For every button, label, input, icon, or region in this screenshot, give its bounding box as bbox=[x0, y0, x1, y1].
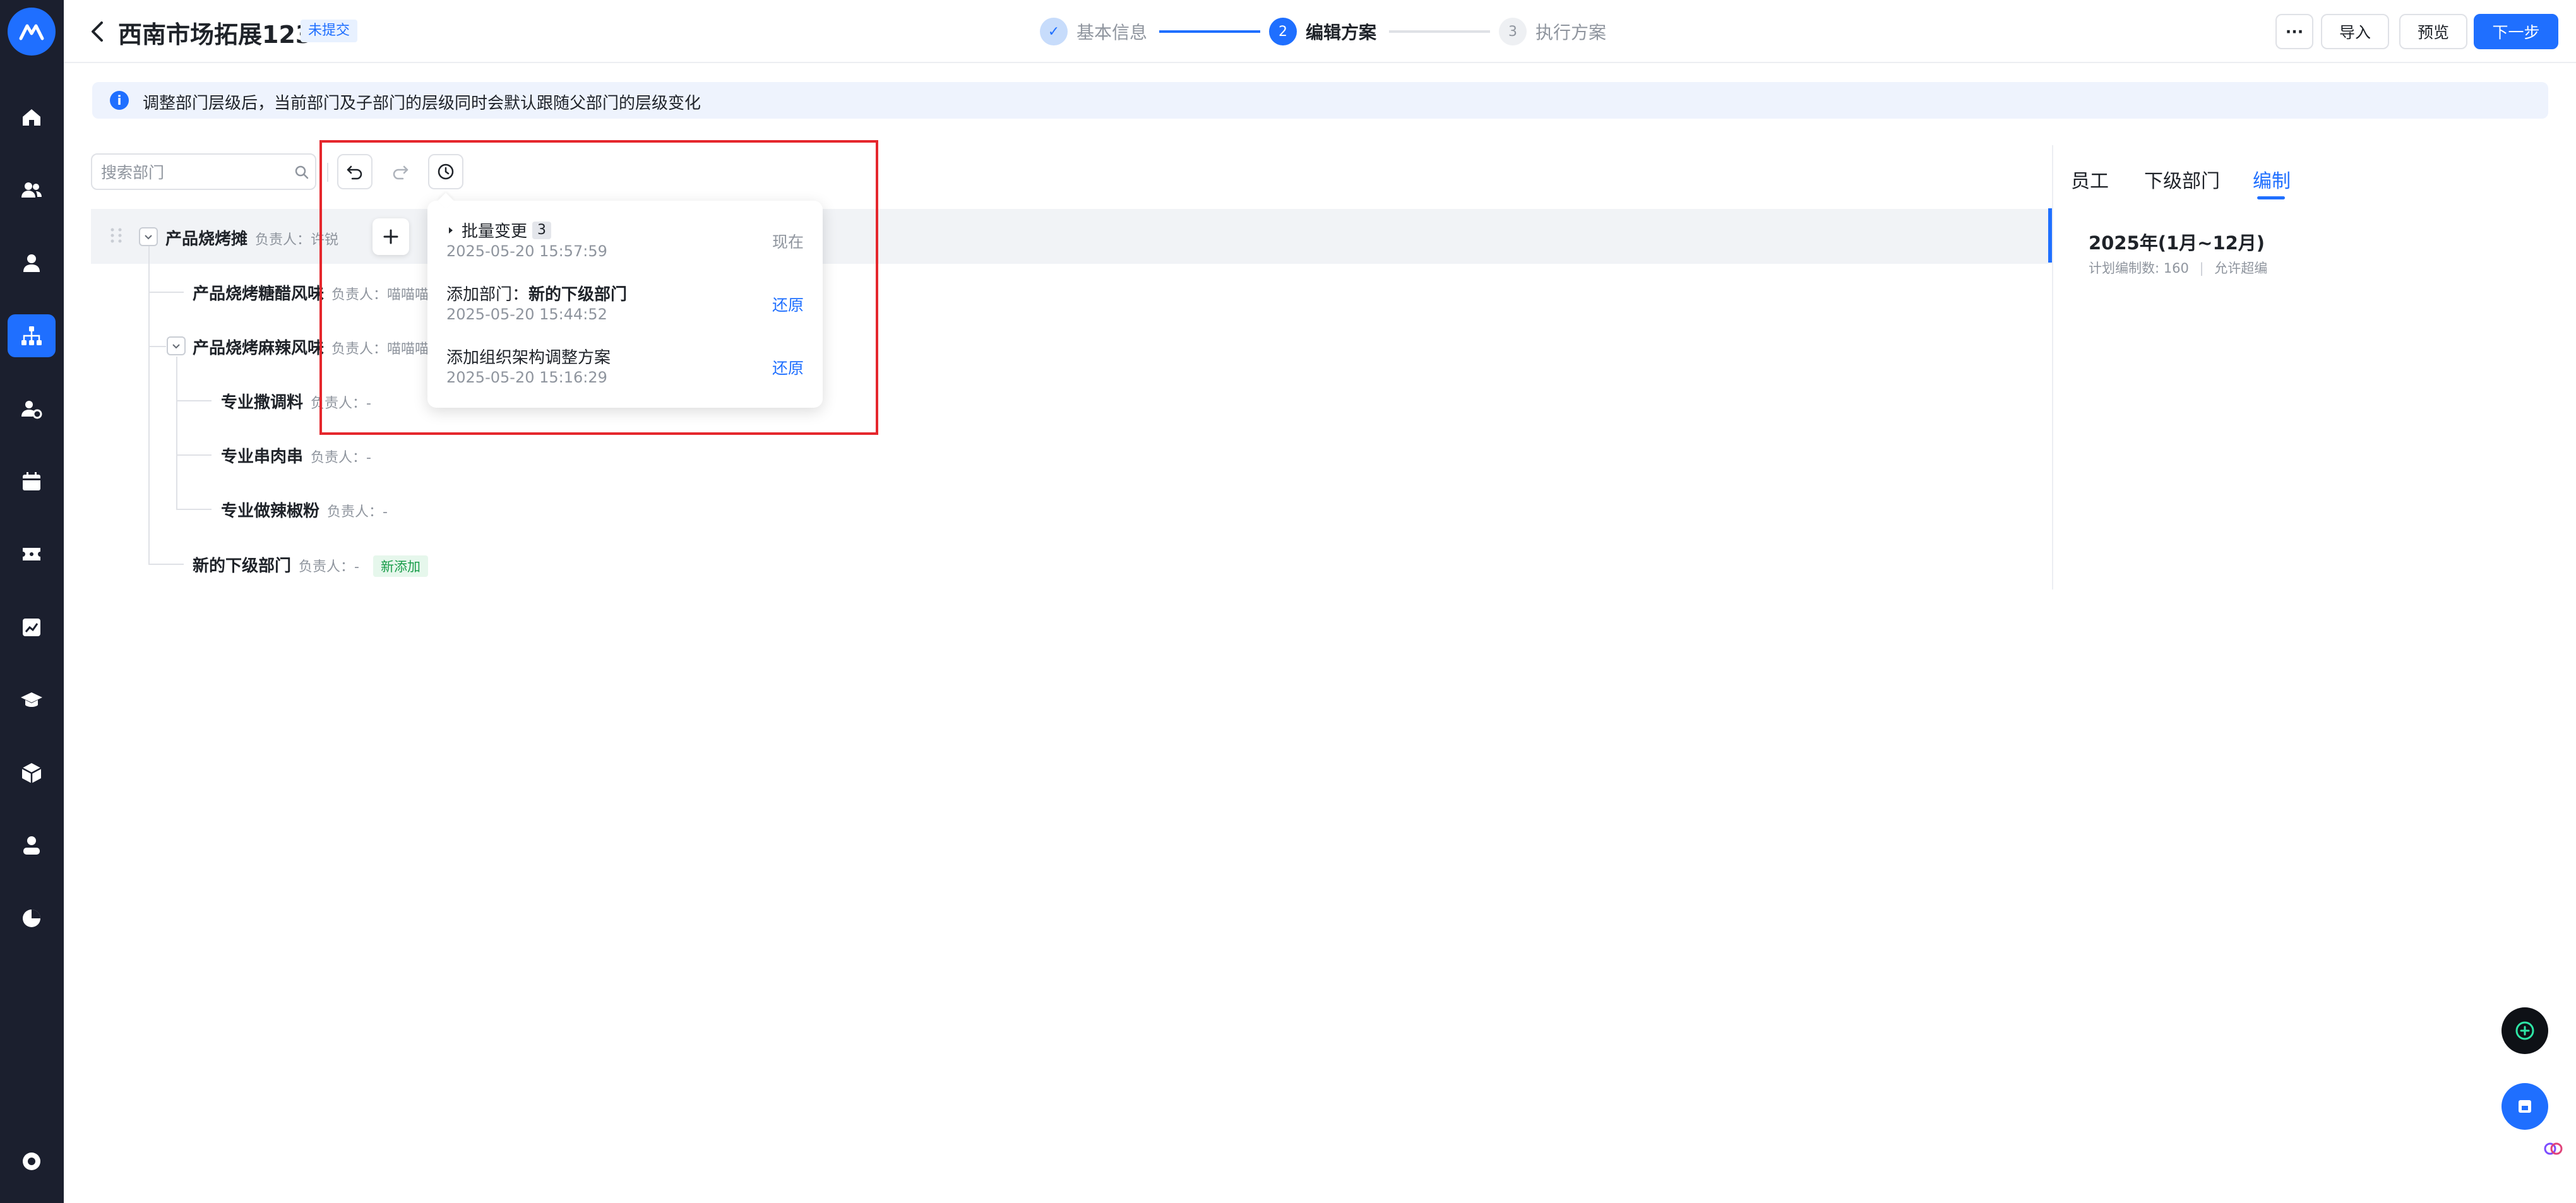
tab-headcount[interactable]: 编制 bbox=[2253, 165, 2291, 193]
collapse-chevron-icon[interactable] bbox=[167, 336, 186, 355]
node-name: 产品烧烤糖醋风味 bbox=[193, 285, 325, 304]
nav-org-chart-icon[interactable] bbox=[8, 314, 56, 357]
next-step-button[interactable]: 下一步 bbox=[2474, 14, 2558, 49]
tree-node[interactable]: 新的下级部门 负责人： - 新添加 bbox=[193, 553, 428, 577]
info-icon: i bbox=[110, 91, 129, 110]
tree-line bbox=[176, 454, 212, 456]
owner-label: 负责人： bbox=[311, 450, 367, 466]
page-title: 西南市场拓展123 bbox=[118, 21, 313, 49]
app-logo-icon[interactable] bbox=[8, 8, 56, 56]
preview-button[interactable]: 预览 bbox=[2399, 14, 2467, 49]
tree-line bbox=[148, 564, 184, 565]
node-name: 产品烧烤麻辣风味 bbox=[193, 339, 325, 358]
tree-node[interactable]: 专业串肉串 负责人： - bbox=[221, 444, 371, 467]
owner-value: - bbox=[354, 559, 359, 575]
node-name: 专业做辣椒粉 bbox=[221, 502, 320, 521]
nav-user-icon[interactable] bbox=[8, 242, 56, 285]
step-2-circle: 2 bbox=[1269, 18, 1297, 45]
brain-icon[interactable] bbox=[2539, 1135, 2567, 1163]
step-3-label[interactable]: 执行方案 bbox=[1535, 19, 1606, 44]
step-2-label[interactable]: 编辑方案 bbox=[1306, 19, 1376, 44]
nav-users-icon[interactable] bbox=[8, 169, 56, 211]
search-icon[interactable] bbox=[293, 163, 311, 181]
save-icon[interactable] bbox=[2501, 1083, 2548, 1130]
nav-person-icon[interactable] bbox=[8, 824, 56, 867]
allow-overstaff: 允许超编 bbox=[2214, 261, 2268, 276]
owner-label: 负责人： bbox=[255, 232, 311, 248]
nav-settings-icon[interactable] bbox=[8, 1140, 56, 1183]
meta-separator: | bbox=[2199, 261, 2204, 276]
panel-accent-bar bbox=[2048, 208, 2052, 263]
tab-sub-departments[interactable]: 下级部门 bbox=[2144, 165, 2220, 193]
info-text: 调整部门层级后，当前部门及子部门的层级同时会默认跟随父部门的层级变化 bbox=[143, 94, 701, 113]
node-name: 专业撒调料 bbox=[221, 393, 304, 412]
ai-assistant-icon[interactable] bbox=[2501, 1007, 2548, 1054]
owner-value: - bbox=[366, 450, 371, 466]
tree-line bbox=[148, 346, 166, 347]
nav-graduation-cap-icon[interactable] bbox=[8, 679, 56, 721]
nav-ticket-icon[interactable] bbox=[8, 533, 56, 576]
nav-home-icon[interactable] bbox=[8, 96, 56, 139]
tree-line bbox=[176, 509, 212, 510]
nav-report-icon[interactable] bbox=[8, 606, 56, 649]
headcount-meta: 计划编制数: 160 | 允许超编 bbox=[2089, 258, 2267, 277]
step-3-circle: 3 bbox=[1499, 18, 1527, 45]
tree-line bbox=[148, 246, 150, 565]
collapse-chevron-icon[interactable] bbox=[139, 227, 158, 246]
active-tab-indicator bbox=[2257, 196, 2285, 199]
headcount-year: 2025年(1月~12月) bbox=[2089, 232, 2265, 254]
step-1-circle: ✓ bbox=[1040, 18, 1068, 45]
tree-line bbox=[176, 357, 177, 510]
nav-pie-chart-icon[interactable] bbox=[8, 897, 56, 940]
step-1-label[interactable]: 基本信息 bbox=[1076, 19, 1147, 44]
nav-box-icon[interactable] bbox=[8, 752, 56, 795]
node-name: 产品烧烤摊 bbox=[165, 230, 248, 249]
search-input[interactable] bbox=[101, 161, 284, 184]
tree-line bbox=[176, 400, 212, 401]
search-box[interactable] bbox=[91, 153, 316, 190]
owner-label: 负责人： bbox=[299, 559, 355, 575]
nav-calendar-icon[interactable] bbox=[8, 460, 56, 503]
tree-line bbox=[148, 292, 184, 293]
panel-divider bbox=[2052, 145, 2053, 590]
node-name: 专业串肉串 bbox=[221, 447, 304, 466]
back-arrow-icon[interactable] bbox=[85, 18, 110, 45]
owner-label: 负责人： bbox=[327, 504, 383, 520]
sidebar bbox=[0, 0, 64, 1203]
step-connector-1 bbox=[1159, 30, 1260, 33]
plan-count: 计划编制数: 160 bbox=[2089, 261, 2189, 276]
owner-value: - bbox=[383, 504, 388, 520]
node-name: 新的下级部门 bbox=[193, 557, 292, 576]
info-banner: i 调整部门层级后，当前部门及子部门的层级同时会默认跟随父部门的层级变化 bbox=[92, 82, 2548, 119]
tab-employees[interactable]: 员工 bbox=[2071, 165, 2109, 193]
tree-node[interactable]: 产品烧烤摊 负责人： 许锐 bbox=[165, 226, 338, 249]
drag-handle-icon[interactable] bbox=[109, 226, 124, 245]
status-badge: 未提交 bbox=[301, 20, 358, 42]
new-tag: 新添加 bbox=[373, 555, 428, 577]
step-connector-2 bbox=[1389, 30, 1490, 33]
nav-user-settings-icon[interactable] bbox=[8, 388, 56, 430]
highlight-frame bbox=[319, 140, 878, 435]
tree-node[interactable]: 专业做辣椒粉 负责人： - bbox=[221, 498, 388, 521]
more-button[interactable]: ··· bbox=[2275, 14, 2313, 49]
import-button[interactable]: 导入 bbox=[2321, 14, 2389, 49]
